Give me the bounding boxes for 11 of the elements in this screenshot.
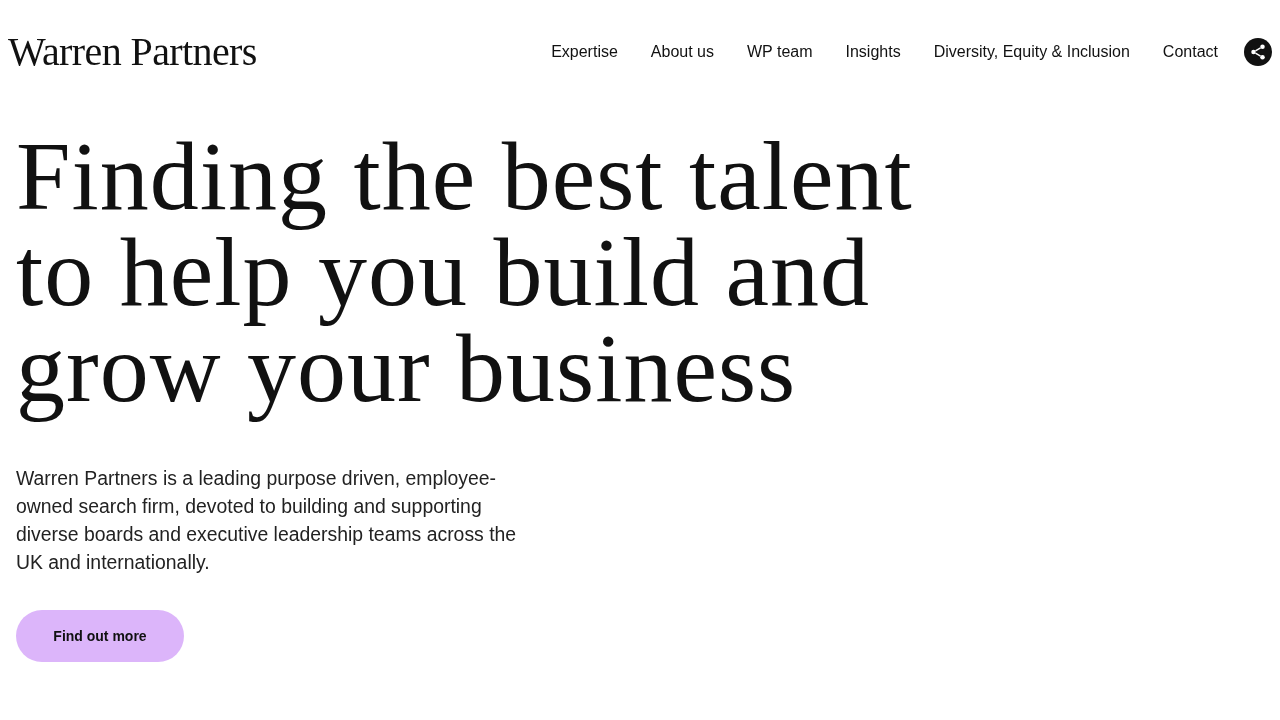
find-out-more-button[interactable]: Find out more [16,610,184,662]
site-logo[interactable]: Warren Partners [8,32,257,72]
nav-link[interactable]: WP team [747,40,813,64]
nav-link[interactable]: Expertise [551,40,618,64]
nav-link[interactable]: About us [650,40,714,64]
nav-link[interactable]: Insights [845,40,901,64]
share-icon[interactable] [1244,38,1272,66]
nav-link[interactable]: Diversity, Equity & Inclusion [933,40,1130,64]
intro-paragraph: Warren Partners is a leading purpose driven, employee-owned search firm, devoted to building and supporting diverse boards and executive leadership teams across the UK and internationally. [16,466,518,575]
nav-link[interactable]: Contact [1162,40,1218,64]
hero-headline: Finding the best talent to help you build and grow your business [16,128,913,424]
